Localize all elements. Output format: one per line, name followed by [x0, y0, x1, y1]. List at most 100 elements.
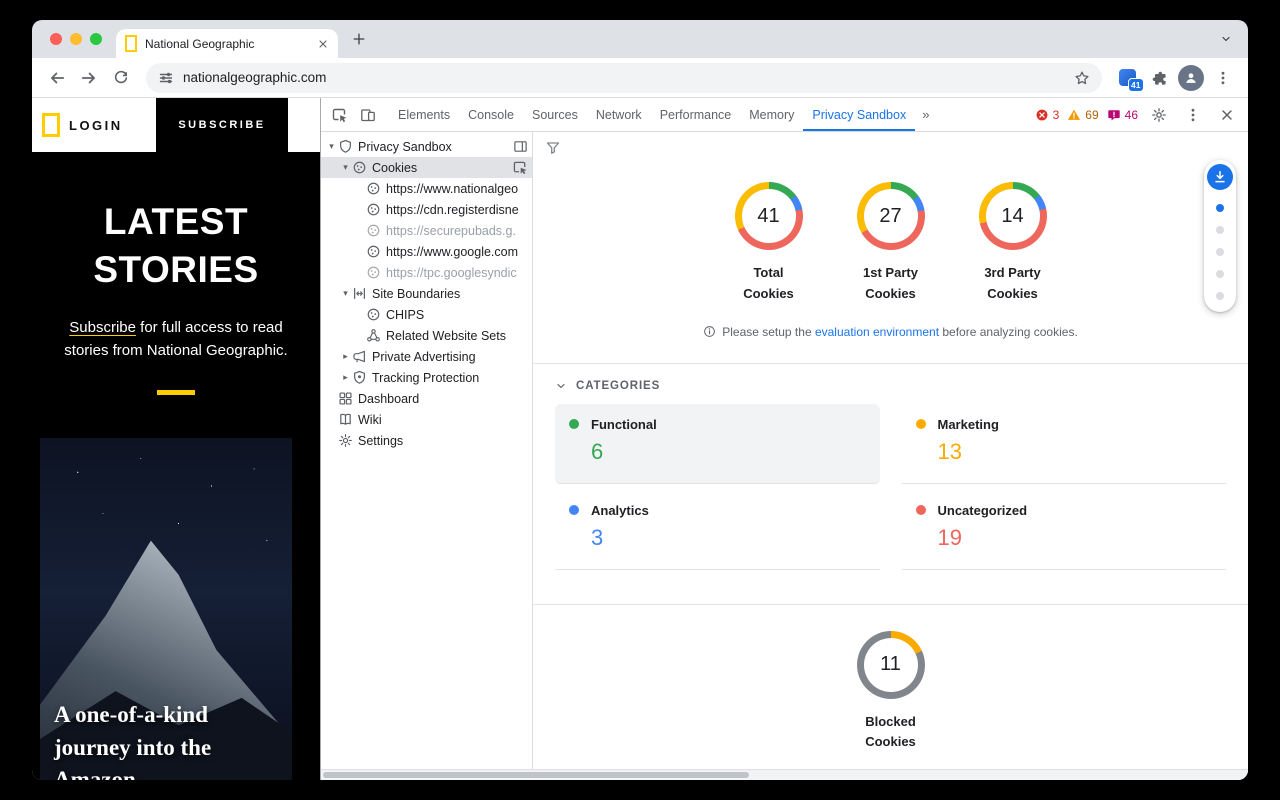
tree-item-cookies[interactable]: ▾ Cookies [321, 157, 532, 178]
site-settings-icon[interactable] [158, 70, 174, 86]
back-button[interactable] [42, 63, 72, 93]
categories-section-header[interactable]: CATEGORIES [533, 364, 1248, 404]
devtools-tab-sources[interactable]: Sources [523, 98, 587, 131]
close-window-button[interactable] [50, 33, 62, 45]
category-card-uncategorized[interactable]: Uncategorized19 [902, 490, 1227, 570]
fullscreen-window-button[interactable] [90, 33, 102, 45]
inspect-element-button[interactable] [327, 102, 353, 128]
warnings-badge[interactable]: 69 [1067, 108, 1098, 122]
devtools-tab-privacy-sandbox[interactable]: Privacy Sandbox [803, 98, 915, 131]
devtools-close-button[interactable] [1214, 102, 1240, 128]
setup-note: Please setup the evaluation environment … [533, 325, 1248, 339]
tree-item-wiki[interactable]: Wiki [321, 409, 532, 430]
subscribe-promo-text: Subscribe for full access to read storie… [50, 316, 302, 363]
tree-item-label: Cookies [372, 161, 417, 175]
close-icon [1219, 107, 1235, 123]
browser-menu-button[interactable] [1208, 63, 1238, 93]
profile-avatar[interactable] [1178, 65, 1204, 91]
tree-item-privacy-sandbox[interactable]: ▾Privacy Sandbox [321, 136, 532, 157]
devtools-tab-elements[interactable]: Elements [389, 98, 459, 131]
devtools-tab-performance[interactable]: Performance [651, 98, 741, 131]
subscribe-button[interactable]: SUBSCRIBE [156, 98, 288, 152]
device-toolbar-button[interactable] [355, 102, 381, 128]
cookie-summary: 41 Total Cookies 27 1st Party Cookies [533, 132, 1248, 305]
category-color-dot [569, 505, 579, 515]
issues-badge[interactable]: 46 [1107, 108, 1138, 122]
natgeo-logo[interactable] [42, 113, 60, 137]
tree-item-cookie-origin-1[interactable]: https://www.nationalgeo [321, 178, 532, 199]
devtools-settings-button[interactable] [1146, 102, 1172, 128]
rail-step-dot-active[interactable] [1216, 204, 1224, 212]
more-tabs-button[interactable]: » [917, 107, 934, 122]
download-report-button[interactable] [1207, 164, 1233, 190]
category-name: Analytics [591, 503, 649, 518]
category-card-analytics[interactable]: Analytics3 [555, 490, 880, 570]
rail-step-dot[interactable] [1216, 292, 1224, 300]
tree-item-tracking-protection[interactable]: ▸Tracking Protection [321, 367, 532, 388]
chevron-down-icon[interactable]: ▾ [339, 163, 352, 173]
tree-item-cookie-origin-4[interactable]: https://www.google.com [321, 241, 532, 262]
devtools-tab-memory[interactable]: Memory [740, 98, 803, 131]
panel-toggle-icon[interactable] [513, 139, 528, 154]
info-icon [703, 325, 716, 338]
category-card-functional[interactable]: Functional6 [555, 404, 880, 484]
tree-item-settings[interactable]: Settings [321, 430, 532, 451]
errors-badge[interactable]: 3 [1035, 108, 1060, 122]
hero-image[interactable]: A one-of-a-kind journey into the Amazon [40, 438, 292, 780]
chevron-right-icon[interactable]: ▸ [339, 352, 352, 362]
natgeo-page: LOGIN SUBSCRIBE LATEST STORIES Subscribe… [32, 98, 320, 780]
browser-tab[interactable]: National Geographic [116, 29, 338, 58]
cookie-icon [366, 307, 381, 322]
tree-item-dashboard[interactable]: Dashboard [321, 388, 532, 409]
tree-item-related-website-sets[interactable]: Related Website Sets [321, 325, 532, 346]
extensions-puzzle-button[interactable] [1144, 63, 1174, 93]
chevron-right-icon[interactable]: ▸ [339, 373, 352, 383]
inspect-icon[interactable] [513, 160, 528, 175]
tab-close-icon[interactable] [317, 38, 329, 50]
shield-icon [338, 139, 353, 154]
chevron-down-icon[interactable]: ▾ [339, 289, 352, 299]
new-tab-button[interactable] [352, 32, 366, 46]
book-icon [338, 412, 353, 427]
donut-ring: 11 [857, 631, 925, 699]
forward-button[interactable] [74, 63, 104, 93]
cookie-extension-button[interactable]: 41 [1112, 63, 1142, 93]
devtools-menu-button[interactable] [1180, 102, 1206, 128]
subscribe-link[interactable]: Subscribe [69, 319, 136, 336]
tree-item-cookie-origin-5[interactable]: https://tpc.googlesyndic [321, 262, 532, 283]
donut-label: 1st Party Cookies [852, 263, 930, 305]
filter-icon[interactable] [545, 140, 561, 156]
third-party-cookies-donut: 14 3rd Party Cookies [954, 182, 1072, 305]
rail-step-dot[interactable] [1216, 226, 1224, 234]
login-button[interactable]: LOGIN [69, 118, 123, 133]
chevron-down-icon[interactable]: ▾ [325, 142, 338, 152]
boundary-icon [352, 286, 367, 301]
rail-step-dot[interactable] [1216, 270, 1224, 278]
scrollbar-thumb[interactable] [323, 772, 749, 778]
tree-item-chips[interactable]: CHIPS [321, 304, 532, 325]
devtools-tabs: ElementsConsoleSourcesNetworkPerformance… [389, 98, 915, 131]
tree-item-cookie-origin-2[interactable]: https://cdn.registerdisne [321, 199, 532, 220]
minimize-window-button[interactable] [70, 33, 82, 45]
donut-label: 3rd Party Cookies [974, 263, 1052, 305]
tree-item-cookie-origin-3[interactable]: https://securepubads.g. [321, 220, 532, 241]
horizontal-scrollbar[interactable] [321, 769, 1248, 780]
bookmark-star-icon[interactable] [1074, 70, 1090, 86]
issues-icon [1107, 108, 1121, 122]
hero-caption: A one-of-a-kind journey into the Amazon [54, 699, 288, 780]
address-bar[interactable]: nationalgeographic.com [146, 63, 1102, 93]
tree-item-private-advertising[interactable]: ▸ Private Advertising [321, 346, 532, 367]
rail-step-dot[interactable] [1216, 248, 1224, 256]
privacy-sandbox-main: 41 Total Cookies 27 1st Party Cookies [533, 132, 1248, 780]
devtools-tab-network[interactable]: Network [587, 98, 651, 131]
tree-item-label: Private Advertising [372, 350, 476, 364]
devtools-tab-console[interactable]: Console [459, 98, 523, 131]
evaluation-environment-link[interactable]: evaluation environment [815, 325, 939, 339]
reload-button[interactable] [106, 63, 136, 93]
donut-label: Blocked Cookies [852, 712, 930, 754]
tab-search-button[interactable] [1220, 33, 1232, 45]
tree-item-site-boundaries[interactable]: ▾Site Boundaries [321, 283, 532, 304]
category-name: Functional [591, 417, 657, 432]
category-card-marketing[interactable]: Marketing13 [902, 404, 1227, 484]
cookie-icon [366, 223, 381, 238]
